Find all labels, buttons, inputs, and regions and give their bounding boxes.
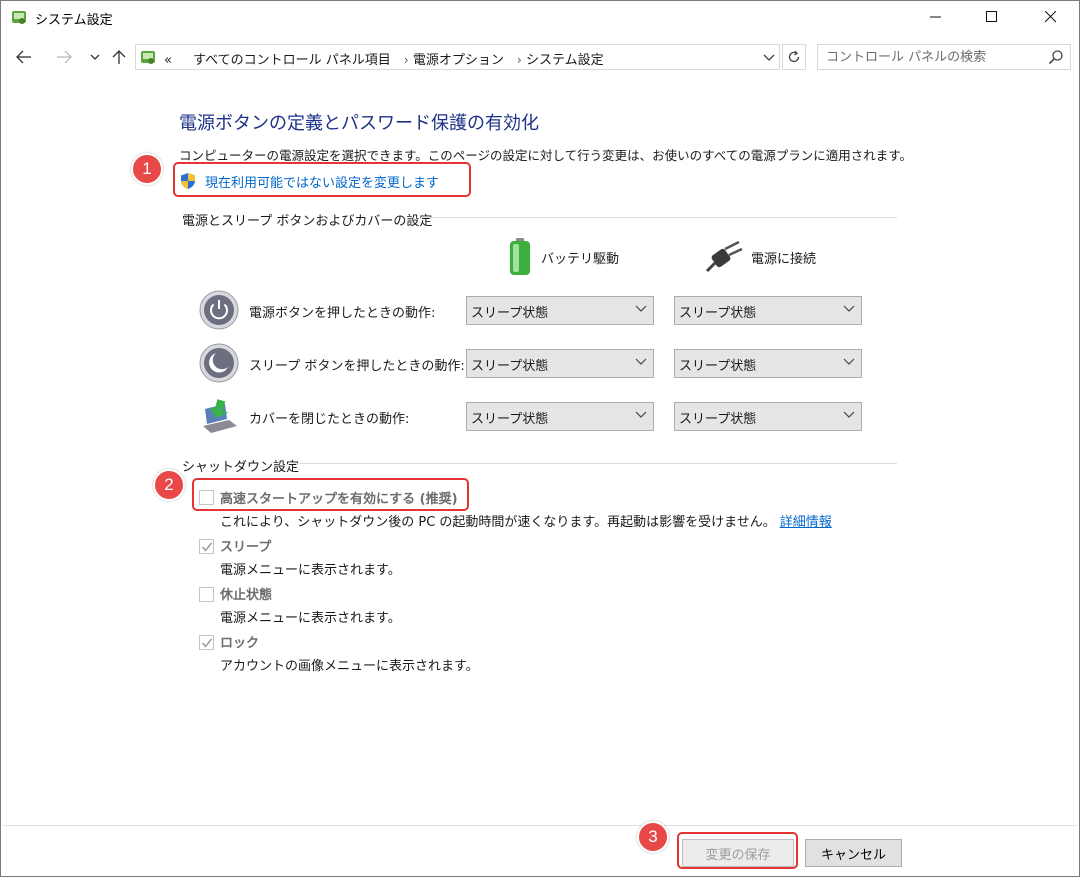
- step-badge: 3: [637, 821, 669, 853]
- selected-value: スリープ状態: [471, 412, 549, 427]
- maximize-icon: [986, 11, 997, 22]
- power-button-label: 電源ボタンを押したときの動作:: [249, 306, 436, 321]
- power-button-plugged-select[interactable]: スリープ状態: [674, 296, 862, 325]
- breadcrumb-separator: [185, 53, 189, 67]
- up-button[interactable]: [107, 45, 131, 69]
- breadcrumb-separator: ›: [517, 53, 522, 67]
- arrow-up-icon: [112, 50, 126, 64]
- arrow-left-icon: [16, 50, 31, 64]
- lock-checkbox[interactable]: [199, 635, 214, 650]
- hibernate-description: 電源メニューに表示されます。: [220, 611, 401, 626]
- section-divider: [294, 463, 897, 464]
- footer-divider: [3, 825, 1077, 826]
- arrow-right-icon: [57, 50, 72, 64]
- control-panel-icon: [12, 11, 26, 24]
- breadcrumb-item-system-settings[interactable]: システム設定: [526, 53, 604, 68]
- fast-startup-description-text: これにより、シャットダウン後の PC の起動時間が速くなります。再起動は影響を受…: [220, 515, 776, 530]
- highlight-box: [677, 832, 798, 869]
- breadcrumb: « すべてのコントロール パネル項目 › 電源オプション › システム設定: [164, 49, 604, 68]
- chevron-down-icon: [90, 54, 100, 60]
- step-badge: 1: [131, 153, 163, 185]
- lid-close-battery-select[interactable]: スリープ状態: [466, 402, 654, 431]
- chevron-down-icon[interactable]: [763, 53, 775, 63]
- control-panel-icon: [141, 51, 155, 64]
- sleep-button-label: スリープ ボタンを押したときの動作:: [249, 359, 465, 374]
- close-icon: [1045, 11, 1057, 23]
- step-badge: 2: [153, 469, 185, 501]
- maximize-button[interactable]: [969, 1, 1015, 33]
- forward-button[interactable]: [52, 45, 76, 69]
- highlight-box: [173, 162, 471, 197]
- laptop-lid-icon: [203, 399, 237, 433]
- page-title: 電源ボタンの定義とパスワード保護の有効化: [179, 113, 539, 134]
- battery-icon: [510, 238, 530, 275]
- refresh-button[interactable]: [782, 44, 806, 70]
- hibernate-label: 休止状態: [220, 588, 273, 603]
- shutdown-section-title: シャットダウン設定: [182, 460, 300, 475]
- selected-value: スリープ状態: [679, 359, 757, 374]
- sleep-label: スリープ: [220, 540, 272, 555]
- chevron-down-icon: [635, 411, 647, 418]
- column-header-plugged: 電源に接続: [705, 237, 816, 277]
- hibernate-checkbox[interactable]: [199, 587, 214, 602]
- close-button[interactable]: [1028, 1, 1074, 33]
- minimize-button[interactable]: [913, 1, 959, 33]
- sleep-button-battery-select[interactable]: スリープ状態: [466, 349, 654, 378]
- search-input[interactable]: [818, 45, 1038, 69]
- lock-description: アカウントの画像メニューに表示されます。: [220, 659, 479, 674]
- fast-startup-description: これにより、シャットダウン後の PC の起動時間が速くなります。再起動は影響を受…: [220, 511, 832, 530]
- window: システム設定 « すべてのコントロール パネル項目 › 電源オプション › シス…: [0, 0, 1080, 877]
- chevron-down-icon: [635, 358, 647, 365]
- chevron-down-icon: [843, 358, 855, 365]
- cancel-button[interactable]: キャンセル: [805, 839, 902, 867]
- title-bar: システム設定: [1, 1, 1079, 33]
- chevron-down-icon: [843, 411, 855, 418]
- window-title: システム設定: [35, 13, 113, 28]
- sleep-checkbox[interactable]: [199, 539, 214, 554]
- search-box: [817, 44, 1071, 70]
- selected-value: スリープ状態: [471, 359, 549, 374]
- breadcrumb-overflow[interactable]: «: [164, 53, 172, 68]
- power-plug-icon: [705, 240, 743, 273]
- lock-label: ロック: [220, 636, 260, 651]
- recent-locations-button[interactable]: [83, 45, 107, 69]
- power-button-battery-select[interactable]: スリープ状態: [466, 296, 654, 325]
- sleep-description: 電源メニューに表示されます。: [220, 563, 401, 578]
- section-divider: [421, 217, 897, 218]
- address-bar[interactable]: « すべてのコントロール パネル項目 › 電源オプション › システム設定: [135, 44, 780, 70]
- breadcrumb-separator: ›: [403, 53, 409, 67]
- search-icon[interactable]: [1048, 49, 1064, 65]
- column-header-battery: バッテリ駆動: [507, 237, 619, 277]
- selected-value: スリープ状態: [471, 306, 549, 321]
- more-info-link[interactable]: 詳細情報: [780, 515, 832, 530]
- minimize-icon: [930, 16, 941, 18]
- highlight-box: [192, 478, 469, 511]
- navigation-bar: « すべてのコントロール パネル項目 › 電源オプション › システム設定: [1, 39, 1079, 75]
- checkmark-icon: [201, 638, 213, 648]
- refresh-icon: [788, 50, 800, 63]
- plugged-label: 電源に接続: [751, 251, 817, 267]
- sleep-button-icon: [199, 343, 239, 383]
- chevron-down-icon: [635, 305, 647, 312]
- battery-label: バッテリ駆動: [541, 251, 620, 267]
- back-button[interactable]: [12, 45, 36, 69]
- sleep-button-plugged-select[interactable]: スリープ状態: [674, 349, 862, 378]
- power-section-title: 電源とスリープ ボタンおよびカバーの設定: [182, 214, 433, 229]
- power-button-icon: [199, 290, 239, 330]
- breadcrumb-item-all-items[interactable]: すべてのコントロール パネル項目: [193, 53, 391, 68]
- lid-close-plugged-select[interactable]: スリープ状態: [674, 402, 862, 431]
- lid-close-label: カバーを閉じたときの動作:: [249, 412, 410, 427]
- checkmark-icon: [201, 542, 213, 552]
- selected-value: スリープ状態: [679, 412, 757, 427]
- chevron-down-icon: [843, 305, 855, 312]
- breadcrumb-item-power-options[interactable]: 電源オプション: [413, 53, 504, 68]
- selected-value: スリープ状態: [679, 306, 757, 321]
